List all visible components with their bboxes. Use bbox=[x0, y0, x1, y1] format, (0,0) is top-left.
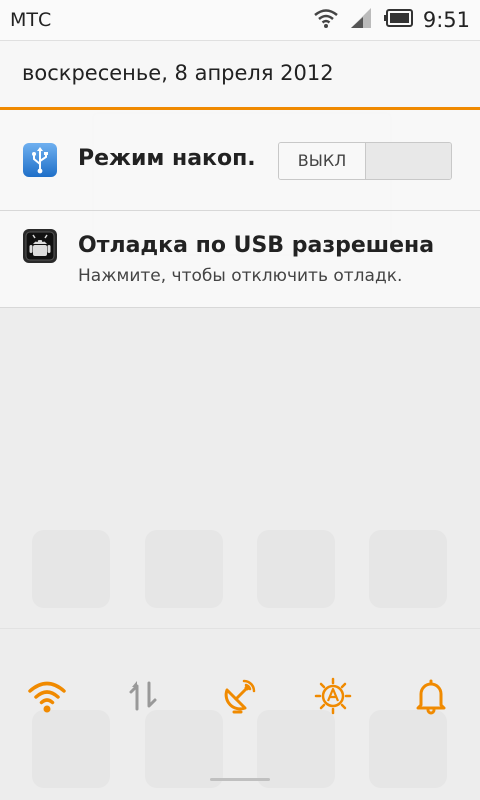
notification-usb-debugging[interactable] bbox=[0, 211, 480, 308]
wifi-icon bbox=[313, 7, 339, 33]
android-debug-icon bbox=[22, 228, 58, 264]
background-app-icon bbox=[32, 530, 110, 608]
bell-icon bbox=[411, 676, 451, 720]
background-app-icon bbox=[257, 530, 335, 608]
carrier-name: МТС bbox=[10, 9, 52, 31]
auto-brightness-toggle-button[interactable] bbox=[308, 673, 358, 723]
wifi-toggle-button[interactable] bbox=[22, 673, 72, 723]
toggle-off-label: ВЫКЛ bbox=[279, 143, 366, 179]
signal-icon bbox=[349, 7, 373, 33]
status-icons: 9:51 bbox=[313, 6, 470, 34]
clock-time: 9:51 bbox=[422, 8, 470, 32]
data-sync-icon bbox=[123, 676, 163, 720]
date-label: воскресенье, 8 апреля 2012 bbox=[22, 61, 334, 85]
battery-icon bbox=[383, 9, 413, 31]
wifi-icon bbox=[27, 678, 67, 718]
background-app-icon bbox=[369, 530, 447, 608]
shade-drag-handle[interactable] bbox=[210, 778, 270, 781]
toggle-on-segment bbox=[366, 143, 451, 179]
data-sync-toggle-button[interactable] bbox=[118, 673, 168, 723]
status-bar: МТС 9:51 bbox=[0, 0, 480, 41]
gps-icon bbox=[219, 676, 259, 720]
usb-storage-toggle[interactable]: ВЫКЛ bbox=[278, 142, 452, 180]
notification-subtitle: Нажмите, чтобы отключить отладк. bbox=[78, 266, 403, 286]
usb-icon bbox=[22, 142, 58, 178]
notification-title: Отладка по USB разрешена bbox=[78, 233, 435, 258]
shade-date-header[interactable]: воскресенье, 8 апреля 2012 bbox=[0, 41, 480, 110]
gps-toggle-button[interactable] bbox=[214, 673, 264, 723]
auto-brightness-icon bbox=[313, 676, 353, 720]
quick-settings-bar bbox=[0, 628, 480, 759]
notification-title: Режим накоп. bbox=[78, 146, 256, 171]
sound-toggle-button[interactable] bbox=[406, 673, 456, 723]
background-app-icon bbox=[145, 530, 223, 608]
